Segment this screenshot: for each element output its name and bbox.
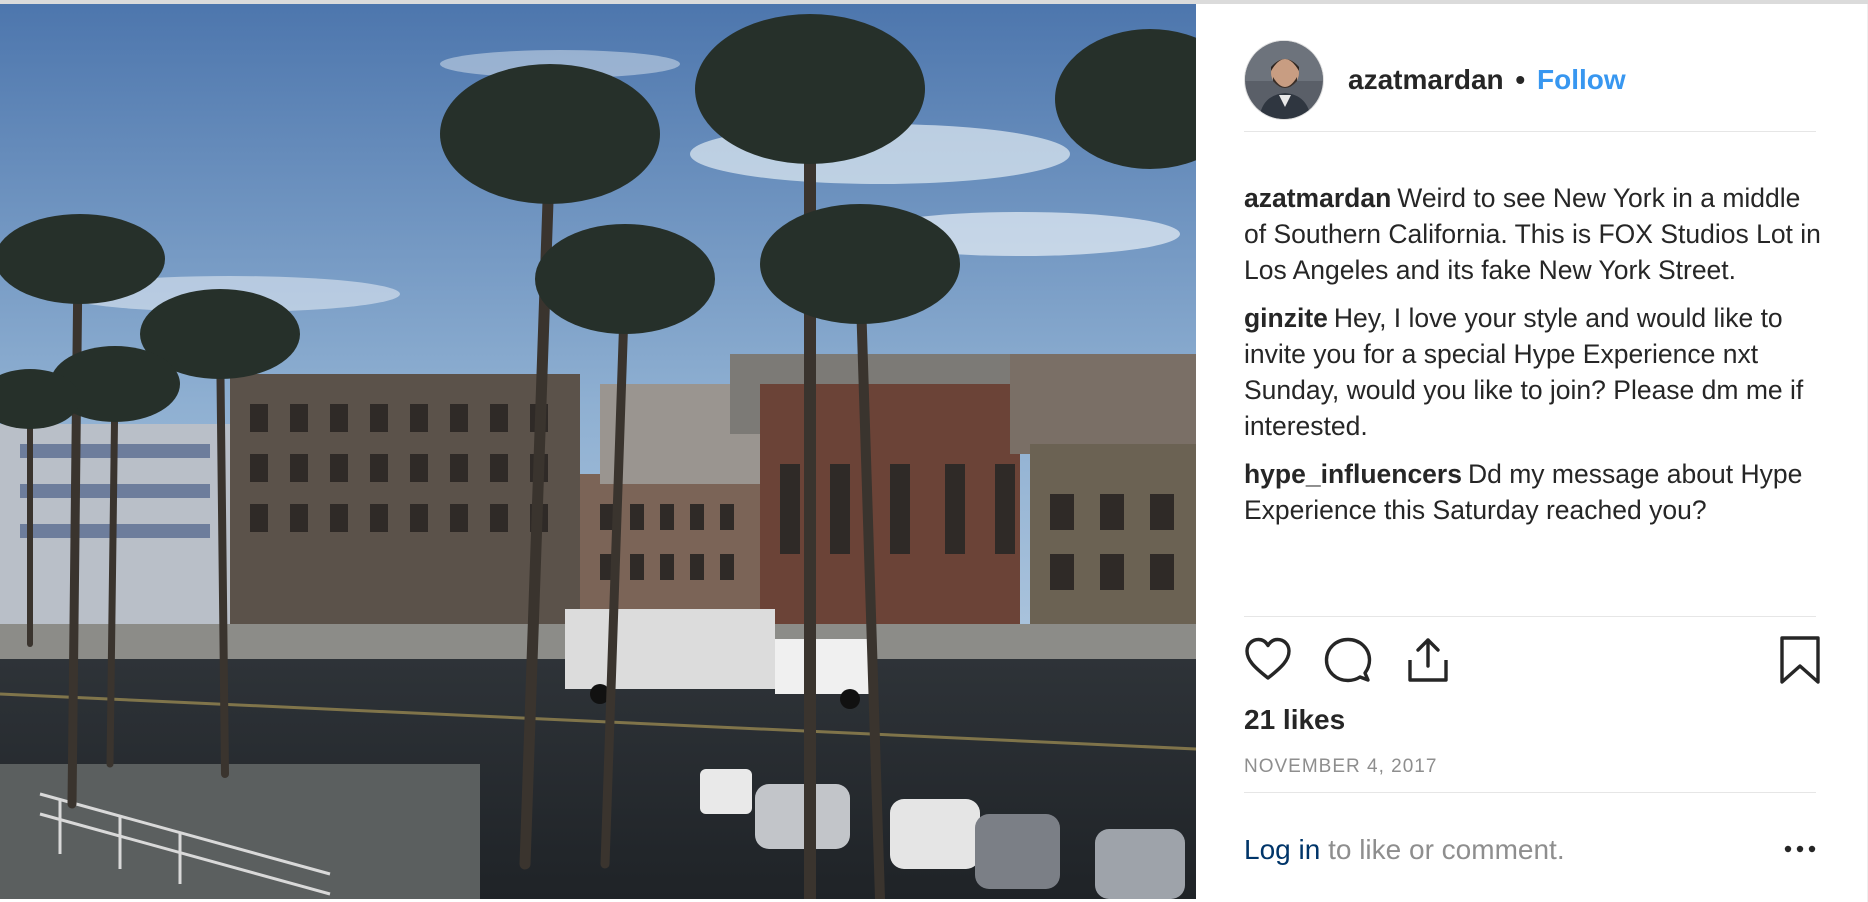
- comment-item: hype_influencers Dd my message about Hype…: [1244, 456, 1824, 528]
- login-link[interactable]: Log in: [1244, 834, 1320, 865]
- comment-bubble-icon[interactable]: [1324, 636, 1372, 684]
- bookmark-icon[interactable]: [1776, 636, 1824, 684]
- post-details-panel: azatmardan • Follow azatmardan Weird to s…: [1196, 4, 1868, 902]
- comment-username[interactable]: azatmardan: [1244, 183, 1391, 213]
- avatar-photo: [1245, 41, 1323, 119]
- author-username[interactable]: azatmardan: [1348, 64, 1504, 95]
- author-avatar[interactable]: [1244, 40, 1324, 120]
- comments-divider: [1244, 616, 1816, 617]
- likes-count[interactable]: 21 likes: [1244, 704, 1345, 736]
- share-icon[interactable]: [1404, 636, 1452, 684]
- post-actions: [1244, 636, 1820, 684]
- heart-icon[interactable]: [1244, 636, 1292, 684]
- post-date[interactable]: NOVEMBER 4, 2017: [1244, 756, 1437, 778]
- comments-list: azatmardan Weird to see New York in a mid…: [1244, 180, 1824, 540]
- more-options-icon[interactable]: [1780, 834, 1820, 864]
- follow-button[interactable]: Follow: [1537, 64, 1626, 95]
- post-photo[interactable]: [0, 4, 1196, 899]
- login-prompt: Log in to like or comment.: [1244, 834, 1565, 866]
- palm-trees-city-street-photo: [0, 4, 1196, 899]
- separator-dot: •: [1515, 64, 1526, 95]
- comment-item: ginzite Hey, I love your style and would …: [1244, 300, 1824, 444]
- header-divider: [1244, 131, 1816, 132]
- login-prompt-text: to like or comment.: [1328, 834, 1565, 865]
- post-author-line: azatmardan • Follow: [1348, 64, 1626, 96]
- footer-divider: [1244, 792, 1816, 793]
- comment-username[interactable]: hype_influencers: [1244, 459, 1462, 489]
- instagram-post-page: azatmardan • Follow azatmardan Weird to s…: [0, 0, 1868, 902]
- comment-item: azatmardan Weird to see New York in a mid…: [1244, 180, 1824, 288]
- comment-username[interactable]: ginzite: [1244, 303, 1328, 333]
